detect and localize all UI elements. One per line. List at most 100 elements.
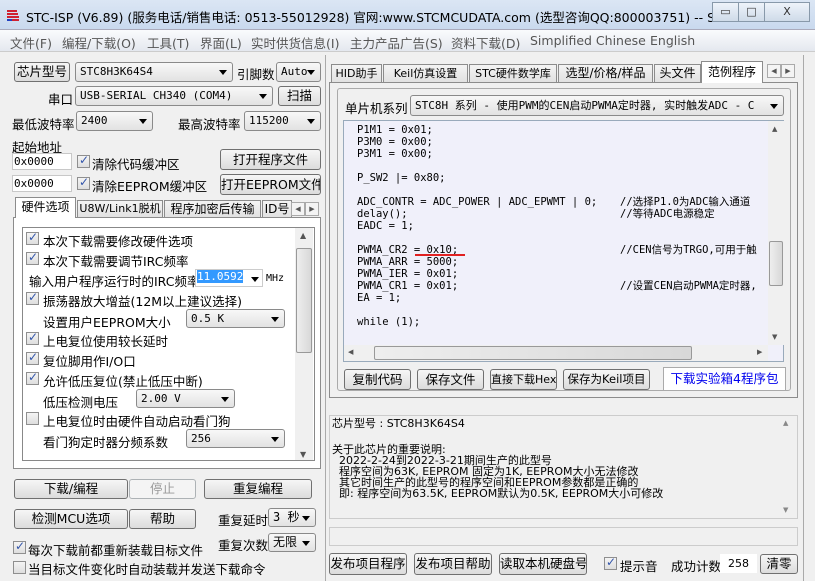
scroll-down-icon[interactable]: ▼ <box>772 333 777 341</box>
reset-io-checkbox[interactable] <box>26 350 39 365</box>
close-button[interactable]: X <box>764 2 810 22</box>
tab-scroll-left-icon[interactable]: ◀ <box>291 202 305 216</box>
tab-scroll-right-icon[interactable]: ▶ <box>305 202 319 216</box>
menu-tools[interactable]: 工具(T) <box>147 33 189 52</box>
minimize-button[interactable]: ▭ <box>712 2 739 22</box>
code-vscrollbar[interactable]: ▲ ▼ <box>768 121 784 345</box>
wdt-div-select[interactable]: 256 <box>186 429 285 448</box>
tab-u8w-offline[interactable]: U8W/Link1脱机 <box>77 200 163 218</box>
pins-select[interactable]: Auto <box>276 62 321 82</box>
options-scrollbar[interactable]: ▲ ▼ <box>295 228 313 460</box>
status-bar <box>329 527 798 546</box>
download-button[interactable]: 下载/编程 <box>14 479 128 499</box>
menu-english[interactable]: English <box>650 33 695 48</box>
repeat-count-label: 重复次数 <box>218 538 269 553</box>
repeat-delay-select[interactable]: 3 秒 <box>268 508 316 527</box>
code-address-input[interactable]: 0x0000 <box>12 153 72 170</box>
max-baud-select[interactable]: 115200 <box>244 111 321 131</box>
irc-frequency-input[interactable]: 11.0592 <box>195 269 263 287</box>
tab-hid-assistant[interactable]: HID助手 <box>331 64 382 83</box>
save-keil-project-button[interactable]: 保存为Keil项目 <box>563 369 650 390</box>
reload-checkbox[interactable] <box>13 539 26 554</box>
chip-model-select[interactable]: STC8H3K64S4 <box>75 62 233 82</box>
repeat-count-select[interactable]: 无限 <box>268 533 316 552</box>
code-comment: //等待ADC电源稳定 <box>620 208 715 220</box>
tab-id[interactable]: ID号 <box>262 200 292 218</box>
chevron-down-icon <box>259 94 267 99</box>
auto-send-checkbox[interactable] <box>13 561 26 574</box>
menu-downloads[interactable]: 资料下载(D) <box>451 33 520 52</box>
adjust-irc-checkbox[interactable] <box>26 250 39 265</box>
osc-gain-checkbox[interactable] <box>26 290 39 305</box>
menu-simplified-chinese[interactable]: Simplified Chinese <box>530 33 646 48</box>
menu-program[interactable]: 编程/下载(O) <box>62 33 136 52</box>
lvr-label: 允许低压复位(禁止低压中断) <box>43 374 203 389</box>
tab-scroll-right-icon[interactable]: ▶ <box>781 64 795 78</box>
beep-checkbox[interactable] <box>604 555 617 570</box>
scroll-up-icon[interactable]: ▲ <box>772 125 777 133</box>
repeat-delay-value: 3 秒 <box>273 510 300 524</box>
tab-selection-price[interactable]: 选型/价格/样品 <box>558 64 653 83</box>
save-file-button[interactable]: 保存文件 <box>417 369 484 390</box>
min-baud-select[interactable]: 2400 <box>76 111 153 131</box>
menu-interface[interactable]: 界面(L) <box>200 33 242 52</box>
publish-help-button[interactable]: 发布项目帮助 <box>414 553 492 575</box>
scroll-up-icon[interactable]: ▲ <box>300 231 306 240</box>
scroll-right-icon[interactable]: ▶ <box>757 348 762 356</box>
eeprom-size-select[interactable]: 0.5 K <box>186 309 285 328</box>
irc-value: 11.0592 <box>197 270 244 283</box>
chevron-down-icon[interactable] <box>251 277 259 282</box>
tab-hardware-options[interactable]: 硬件选项 <box>15 197 76 218</box>
download-kit-link[interactable]: 下载实验箱4程序包 <box>663 367 786 391</box>
tab-scroll-left-icon[interactable]: ◀ <box>767 64 781 78</box>
tab-sample-programs[interactable]: 范例程序 <box>701 61 763 83</box>
code-hscrollbar[interactable]: ◀ ▶ <box>344 345 768 361</box>
tab-encrypted-transfer[interactable]: 程序加密后传输 <box>164 200 261 218</box>
clear-eeprom-checkbox[interactable] <box>77 175 90 190</box>
eeprom-address-input[interactable]: 0x0000 <box>12 175 72 192</box>
code-statement: PWMA_ARR = 5000; <box>357 256 459 268</box>
scroll-thumb[interactable] <box>296 248 312 353</box>
scroll-left-icon[interactable]: ◀ <box>348 348 353 356</box>
menu-products[interactable]: 主力产品广告(S) <box>350 33 443 52</box>
port-select[interactable]: USB-SERIAL CH340 (COM4) <box>75 86 273 106</box>
osc-gain-label: 振荡器放大增益(12M以上建议选择) <box>43 294 242 309</box>
direct-download-hex-button[interactable]: 直接下载Hex <box>490 369 557 390</box>
scroll-thumb[interactable] <box>769 241 783 286</box>
lvd-select[interactable]: 2.00 V <box>136 389 235 408</box>
publish-program-button[interactable]: 发布项目程序 <box>329 553 407 575</box>
window-title: STC-ISP (V6.89) (服务电话/销售电话: 0513-5501292… <box>26 10 743 25</box>
chip-model-button[interactable]: 芯片型号 <box>14 62 70 82</box>
repeat-delay-label: 重复延时 <box>218 513 269 528</box>
scroll-up-icon[interactable]: ▲ <box>783 419 788 427</box>
menu-supply-info[interactable]: 实时供货信息(I) <box>251 33 339 52</box>
repeat-program-button[interactable]: 重复编程 <box>204 479 312 499</box>
chevron-down-icon <box>302 540 310 546</box>
clear-count-button[interactable]: 清零 <box>760 554 798 574</box>
tab-math-library[interactable]: STC硬件数学库 <box>469 64 557 83</box>
maximize-button[interactable]: □ <box>738 2 765 22</box>
clear-code-checkbox[interactable] <box>77 153 90 168</box>
copy-code-button[interactable]: 复制代码 <box>344 369 411 390</box>
long-delay-checkbox[interactable] <box>26 330 39 345</box>
tab-header-files[interactable]: 头文件 <box>654 64 701 83</box>
wdt-checkbox[interactable] <box>26 412 39 425</box>
open-program-button[interactable]: 打开程序文件 <box>220 149 321 170</box>
help-button[interactable]: 帮助 <box>129 509 196 529</box>
tab-keil-settings[interactable]: Keil仿真设置 <box>383 64 468 83</box>
code-text: P1M1 = 0x01; P3M0 = 0x00; P3M1 = 0x00; P_SW… <box>357 124 767 344</box>
menu-file[interactable]: 文件(F) <box>10 33 52 52</box>
open-eeprom-button[interactable]: 打开EEPROM文件 <box>220 174 321 195</box>
read-disk-id-button[interactable]: 读取本机硬盘号 <box>499 553 587 575</box>
chevron-down-icon <box>307 119 315 124</box>
lvd-value: 2.00 V <box>141 392 181 405</box>
lvr-checkbox[interactable] <box>26 370 39 385</box>
code-editor[interactable]: P1M1 = 0x01; P3M0 = 0x00; P3M1 = 0x00; P_SW… <box>343 120 784 362</box>
modify-hw-checkbox[interactable] <box>26 230 39 245</box>
scan-button[interactable]: 扫描 <box>278 86 321 106</box>
scroll-down-icon[interactable]: ▼ <box>300 450 306 459</box>
scroll-down-icon[interactable]: ▼ <box>783 506 788 514</box>
series-select[interactable]: STC8H 系列 - 使用PWM的CEN启动PWMA定时器, 实时触发ADC -… <box>410 95 784 116</box>
scroll-thumb[interactable] <box>374 346 692 360</box>
detect-mcu-button[interactable]: 检测MCU选项 <box>14 509 128 529</box>
